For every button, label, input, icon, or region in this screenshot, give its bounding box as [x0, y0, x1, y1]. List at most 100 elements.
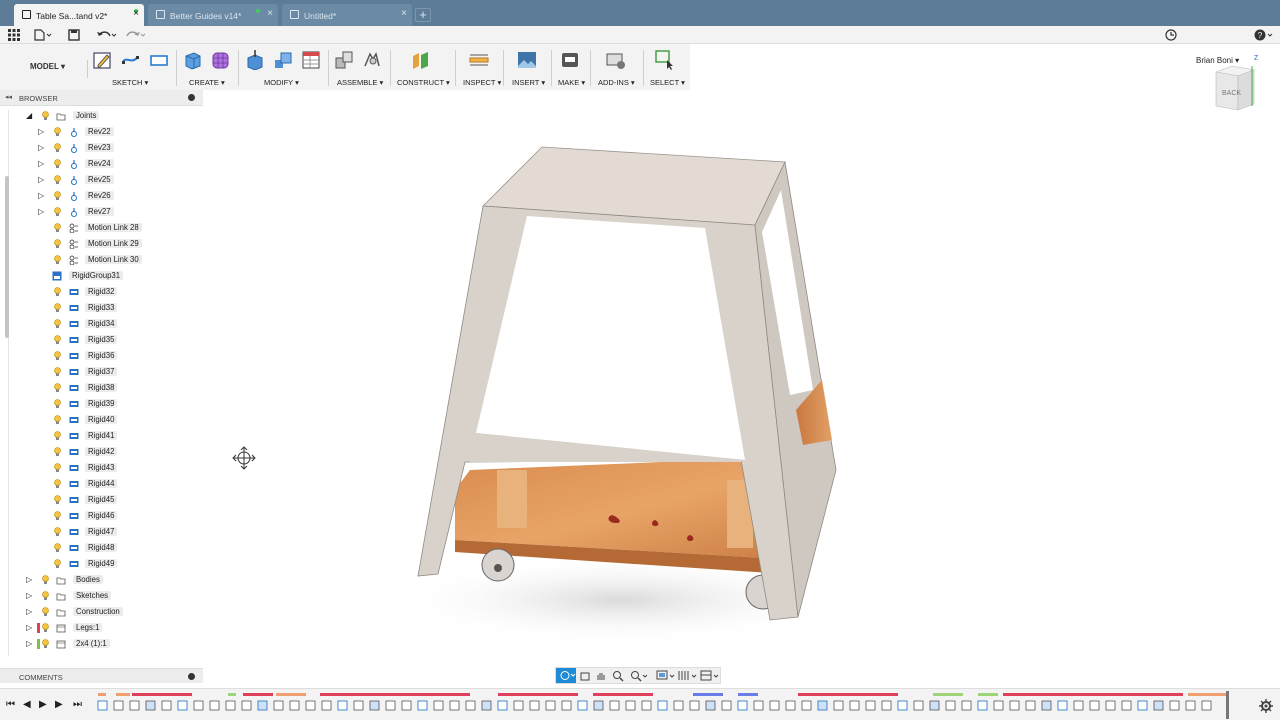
- visibility-bulb-icon[interactable]: [54, 463, 61, 473]
- browser-row[interactable]: ◢ Joints: [0, 108, 203, 124]
- timeline-feature-icon[interactable]: [353, 700, 364, 711]
- comments-panel-header[interactable]: COMMENTS: [0, 668, 203, 683]
- timeline-feature-icon[interactable]: [1169, 700, 1180, 711]
- insert-menu[interactable]: INSERT ▾: [512, 78, 545, 87]
- modify-table-icon[interactable]: [301, 50, 321, 70]
- close-tab-icon[interactable]: ×: [267, 9, 273, 19]
- measure-icon[interactable]: [469, 50, 489, 70]
- timeline-feature-icon[interactable]: [785, 700, 796, 711]
- timeline-feature-icon[interactable]: [945, 700, 956, 711]
- browser-row[interactable]: Motion Link 28: [0, 220, 203, 236]
- form-tool-icon[interactable]: [211, 50, 231, 70]
- timeline-feature-icon[interactable]: [193, 700, 204, 711]
- timeline-feature-icon[interactable]: [401, 700, 412, 711]
- expand-toggle-icon[interactable]: ▷: [38, 192, 44, 200]
- as-built-joint-icon[interactable]: [362, 50, 382, 70]
- expand-toggle-icon[interactable]: ▷: [38, 160, 44, 168]
- rectangle-tool-icon[interactable]: [149, 50, 169, 70]
- visibility-bulb-icon[interactable]: [54, 383, 61, 393]
- expand-toggle-icon[interactable]: ▷: [38, 176, 44, 184]
- timeline-settings-gear-icon[interactable]: [1259, 699, 1273, 713]
- visibility-bulb-icon[interactable]: [54, 511, 61, 521]
- browser-row[interactable]: Rigid37: [0, 364, 203, 380]
- browser-row[interactable]: ▷ Bodies: [0, 572, 203, 588]
- browser-row[interactable]: Rigid46: [0, 508, 203, 524]
- visibility-bulb-icon[interactable]: [54, 559, 61, 569]
- browser-row[interactable]: Rigid33: [0, 300, 203, 316]
- undo-icon[interactable]: [96, 29, 118, 41]
- display-settings-icon[interactable]: [656, 670, 676, 682]
- help-icon[interactable]: ?: [1254, 29, 1274, 41]
- orbit-button[interactable]: [556, 668, 576, 683]
- timeline-feature-icon[interactable]: [929, 700, 940, 711]
- browser-row[interactable]: Rigid49: [0, 556, 203, 572]
- timeline-feature-icon[interactable]: [657, 700, 668, 711]
- browser-row[interactable]: ▷ Rev25: [0, 172, 203, 188]
- visibility-bulb-icon[interactable]: [54, 447, 61, 457]
- construct-menu[interactable]: CONSTRUCT ▾: [397, 78, 450, 87]
- timeline-feature-icon[interactable]: [1073, 700, 1084, 711]
- expand-toggle-icon[interactable]: ▷: [26, 576, 32, 584]
- joint-icon[interactable]: [334, 50, 354, 70]
- timeline-feature-icon[interactable]: [1041, 700, 1052, 711]
- visibility-bulb-icon[interactable]: [54, 399, 61, 409]
- timeline-feature-icon[interactable]: [481, 700, 492, 711]
- browser-row[interactable]: Rigid32: [0, 284, 203, 300]
- timeline-feature-icon[interactable]: [225, 700, 236, 711]
- expand-toggle-icon[interactable]: ▷: [38, 208, 44, 216]
- browser-row[interactable]: Rigid41: [0, 428, 203, 444]
- visibility-bulb-icon[interactable]: [54, 431, 61, 441]
- visibility-bulb-icon[interactable]: [42, 607, 49, 617]
- timeline-feature-icon[interactable]: [561, 700, 572, 711]
- timeline-feature-icon[interactable]: [241, 700, 252, 711]
- timeline-feature-icon[interactable]: [97, 700, 108, 711]
- visibility-bulb-icon[interactable]: [54, 367, 61, 377]
- timeline-feature-icon[interactable]: [705, 700, 716, 711]
- timeline-feature-icon[interactable]: [1185, 700, 1196, 711]
- select-menu[interactable]: SELECT ▾: [650, 78, 685, 87]
- timeline-feature-icon[interactable]: [1201, 700, 1212, 711]
- visibility-bulb-icon[interactable]: [54, 143, 61, 153]
- browser-row[interactable]: Rigid36: [0, 348, 203, 364]
- visibility-bulb-icon[interactable]: [54, 527, 61, 537]
- timeline-feature-icon[interactable]: [305, 700, 316, 711]
- pin-panel-icon[interactable]: [188, 94, 195, 101]
- expand-toggle-icon[interactable]: ▷: [38, 144, 44, 152]
- timeline-feature-icon[interactable]: [593, 700, 604, 711]
- modify-menu[interactable]: MODIFY ▾: [264, 78, 299, 87]
- file-menu-icon[interactable]: [34, 29, 52, 41]
- browser-row[interactable]: ▷ Sketches: [0, 588, 203, 604]
- browser-row[interactable]: Rigid43: [0, 460, 203, 476]
- collapse-panel-icon[interactable]: ◂◂: [5, 93, 12, 101]
- timeline-feature-icon[interactable]: [961, 700, 972, 711]
- tab-better-guides[interactable]: Better Guides v14* ×: [148, 4, 278, 26]
- visibility-bulb-icon[interactable]: [54, 495, 61, 505]
- browser-row[interactable]: ▷ Legs:1: [0, 620, 203, 636]
- visibility-bulb-icon[interactable]: [54, 127, 61, 137]
- visibility-bulb-icon[interactable]: [54, 159, 61, 169]
- timeline-feature-icon[interactable]: [321, 700, 332, 711]
- timeline-feature-icon[interactable]: [161, 700, 172, 711]
- expand-toggle-icon[interactable]: ▷: [38, 128, 44, 136]
- timeline-feature-icon[interactable]: [433, 700, 444, 711]
- timeline-feature-icon[interactable]: [737, 700, 748, 711]
- browser-row[interactable]: Rigid35: [0, 332, 203, 348]
- timeline-feature-icon[interactable]: [913, 700, 924, 711]
- visibility-bulb-icon[interactable]: [54, 543, 61, 553]
- timeline-feature-icon[interactable]: [769, 700, 780, 711]
- timeline-feature-icon[interactable]: [529, 700, 540, 711]
- timeline-feature-icon[interactable]: [1009, 700, 1020, 711]
- job-status-clock-icon[interactable]: [1165, 29, 1177, 41]
- timeline-feature-icon[interactable]: [577, 700, 588, 711]
- 3d-print-icon[interactable]: [560, 50, 580, 70]
- grid-settings-icon[interactable]: [678, 670, 698, 682]
- tab-table-saw-stand[interactable]: Table Sa...tand v2* ×: [14, 4, 144, 26]
- browser-row[interactable]: ▷ Rev26: [0, 188, 203, 204]
- sketch-menu[interactable]: SKETCH ▾: [112, 78, 148, 87]
- new-component-icon[interactable]: [183, 50, 203, 70]
- timeline-feature-icon[interactable]: [641, 700, 652, 711]
- timeline-feature-icon[interactable]: [1089, 700, 1100, 711]
- fillet-icon[interactable]: [273, 50, 293, 70]
- timeline-feature-strip[interactable]: [94, 689, 1244, 721]
- visibility-bulb-icon[interactable]: [54, 223, 61, 233]
